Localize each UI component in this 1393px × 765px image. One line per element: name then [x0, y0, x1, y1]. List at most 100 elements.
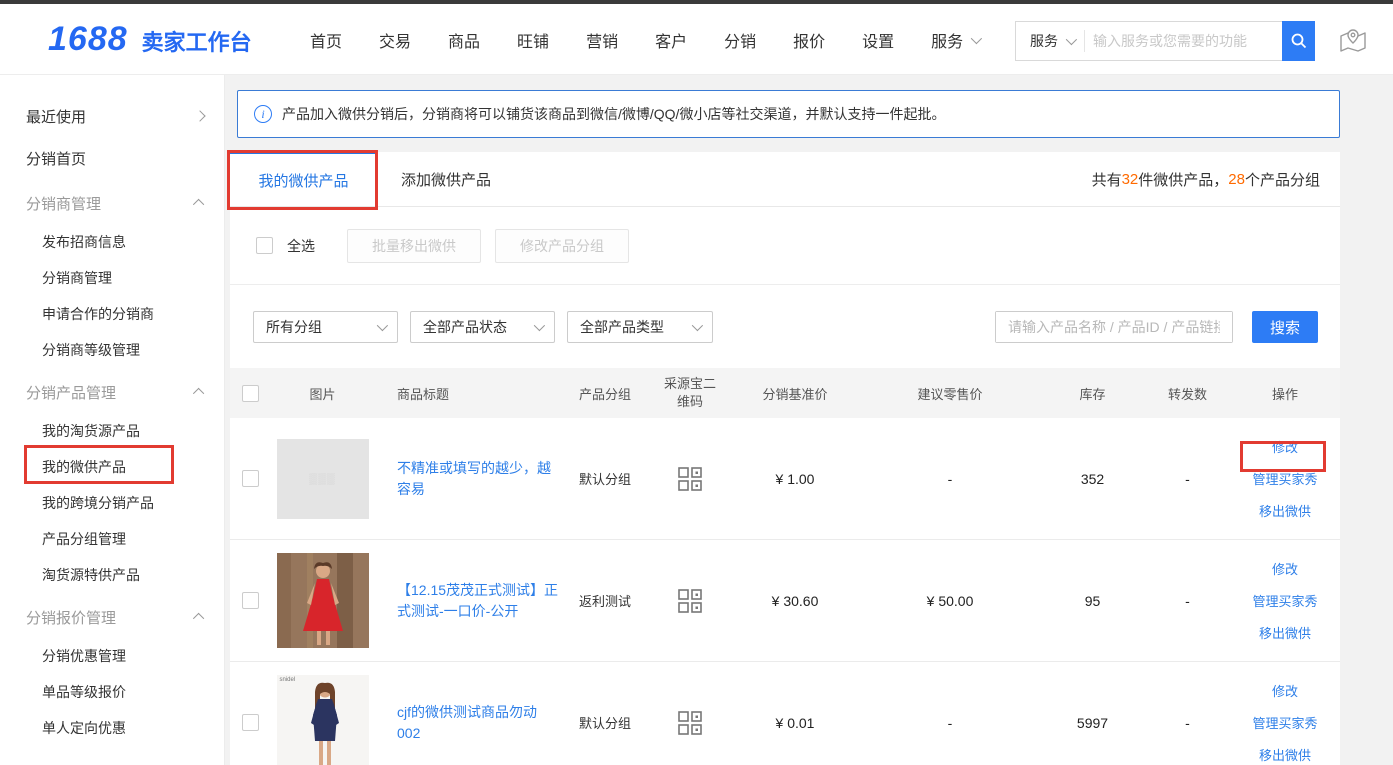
product-summary: 共有32件微供产品，28个产品分组: [1092, 152, 1320, 207]
product-search-box: [995, 311, 1233, 343]
tab-my-weigong-products[interactable]: 我的微供产品: [230, 152, 378, 206]
col-header-image: 图片: [270, 384, 375, 403]
sidebar-item-label: 产品分组管理: [42, 529, 126, 549]
sidebar-item-label: 分销首页: [26, 148, 86, 169]
base-price: ¥ 1.00: [776, 471, 815, 487]
seller-workspace-page: 1688 卖家工作台 首页 交易 商品 旺铺 营销 客户 分销 报价 设置 服务…: [0, 0, 1393, 765]
sidebar-item-my-crossborder-products[interactable]: 我的跨境分销产品: [0, 485, 224, 521]
retail-price: ¥ 50.00: [927, 593, 974, 609]
tab-add-weigong-products[interactable]: 添加微供产品: [378, 152, 514, 206]
forwards-value: -: [1185, 593, 1190, 609]
sidebar-item-cooperation-applications[interactable]: 申请合作的分销商: [0, 296, 224, 332]
sidebar-item-publish-investment-info[interactable]: 发布招商信息: [0, 224, 224, 260]
row-actions: 修改 管理买家秀 移出微供: [1230, 437, 1340, 520]
remove-weigong-link[interactable]: 移出微供: [1259, 501, 1311, 520]
chevron-down-icon: [692, 319, 703, 330]
edit-link[interactable]: 修改: [1272, 437, 1298, 456]
change-group-button[interactable]: 修改产品分组: [495, 229, 629, 263]
sidebar-item-my-weigong-products[interactable]: 我的微供产品: [0, 449, 224, 485]
col-header-ops: 操作: [1230, 384, 1340, 403]
product-group: 默认分组: [579, 716, 631, 731]
map-location-icon: [1338, 26, 1368, 56]
sidebar-item-distributor-management[interactable]: 分销商管理: [0, 260, 224, 296]
workspace-title: 卖家工作台: [142, 25, 252, 57]
manage-buyer-show-link[interactable]: 管理买家秀: [1252, 591, 1317, 610]
product-title-link[interactable]: cjf的微供测试商品勿动002: [397, 702, 560, 744]
status-filter-dropdown[interactable]: 全部产品状态: [410, 311, 555, 343]
product-search-button[interactable]: 搜索: [1252, 311, 1318, 343]
nav-item-trade[interactable]: 交易: [379, 28, 411, 52]
product-title-link[interactable]: 【12.15茂茂正式测试】正式测试-一口价-公开: [397, 580, 560, 622]
product-search-input[interactable]: [996, 312, 1232, 342]
sidebar-item-distributor-level-management[interactable]: 分销商等级管理: [0, 332, 224, 368]
filter-bar: 所有分组 全部产品状态 全部产品类型 搜索: [230, 285, 1340, 368]
remove-weigong-link[interactable]: 移出微供: [1259, 745, 1311, 764]
row-checkbox[interactable]: [242, 592, 259, 609]
search-category-dropdown[interactable]: 服务: [1016, 30, 1085, 52]
nav-item-customers[interactable]: 客户: [655, 28, 687, 52]
select-all-checkbox[interactable]: [256, 237, 273, 254]
nav-item-products[interactable]: 商品: [448, 28, 480, 52]
nav-item-marketing[interactable]: 营销: [586, 28, 618, 52]
qr-code-icon[interactable]: [677, 466, 703, 492]
brand-area[interactable]: 1688 卖家工作台: [48, 20, 252, 59]
sidebar-section-distribution-quote-management[interactable]: 分销报价管理: [0, 596, 224, 638]
row-checkbox[interactable]: [242, 714, 259, 731]
row-checkbox[interactable]: [242, 470, 259, 487]
info-banner: i 产品加入微供分销后，分销商将可以铺货该商品到微信/微博/QQ/微小店等社交渠…: [237, 90, 1340, 138]
product-image[interactable]: [277, 553, 369, 648]
qr-code-icon[interactable]: [677, 710, 703, 736]
sidebar-item-product-group-management[interactable]: 产品分组管理: [0, 521, 224, 557]
manage-buyer-show-link[interactable]: 管理买家秀: [1252, 713, 1317, 732]
sidebar-item-distribution-discount-management[interactable]: 分销优惠管理: [0, 638, 224, 674]
site-map-button[interactable]: [1336, 24, 1370, 58]
chevron-right-icon: [194, 110, 205, 121]
chevron-up-icon: [193, 388, 204, 399]
bulk-action-toolbar: 全选 批量移出微供 修改产品分组: [230, 207, 1340, 285]
summary-text: 个产品分组: [1245, 169, 1320, 190]
batch-remove-button[interactable]: 批量移出微供: [347, 229, 481, 263]
top-navigation-bar: 1688 卖家工作台 首页 交易 商品 旺铺 营销 客户 分销 报价 设置 服务…: [0, 4, 1393, 75]
select-all-label[interactable]: 全选: [287, 236, 315, 256]
nav-item-distribution[interactable]: 分销: [724, 28, 756, 52]
sidebar-section-distribution-product-management[interactable]: 分销产品管理: [0, 371, 224, 413]
edit-link[interactable]: 修改: [1272, 559, 1298, 578]
summary-text: 共有: [1092, 169, 1122, 190]
top-search-button[interactable]: [1282, 21, 1315, 61]
forwards-value: -: [1185, 715, 1190, 731]
remove-weigong-link[interactable]: 移出微供: [1259, 623, 1311, 642]
top-search-input[interactable]: [1085, 33, 1282, 49]
manage-buyer-show-link[interactable]: 管理买家秀: [1252, 469, 1317, 488]
sidebar-item-my-taohuoyuan-products[interactable]: 我的淘货源产品: [0, 413, 224, 449]
base-price: ¥ 30.60: [772, 593, 819, 609]
sidebar-item-single-person-discount[interactable]: 单人定向优惠: [0, 710, 224, 746]
sidebar-section-label: 分销商管理: [26, 193, 101, 214]
header-checkbox[interactable]: [242, 385, 259, 402]
edit-link[interactable]: 修改: [1272, 681, 1298, 700]
product-panel: 我的微供产品 添加微供产品 共有32件微供产品，28个产品分组 全选 批量移出微…: [230, 152, 1340, 765]
sidebar-section-label: 分销报价管理: [26, 607, 116, 628]
type-filter-dropdown[interactable]: 全部产品类型: [567, 311, 713, 343]
chevron-down-icon: [1066, 34, 1077, 45]
logo-1688[interactable]: 1688: [48, 20, 128, 59]
search-category-label: 服务: [1030, 31, 1058, 51]
sidebar-item-taohuoyuan-special-products[interactable]: 淘货源特供产品: [0, 557, 224, 593]
row-actions: 修改 管理买家秀 移出微供: [1230, 681, 1340, 764]
product-image[interactable]: snidel: [277, 675, 369, 765]
nav-item-settings[interactable]: 设置: [862, 28, 894, 52]
nav-item-quotes[interactable]: 报价: [793, 28, 825, 52]
sidebar-item-single-product-level-quote[interactable]: 单品等级报价: [0, 674, 224, 710]
product-image[interactable]: ▒▒▒: [277, 439, 369, 519]
sidebar-item-recently-used[interactable]: 最近使用: [0, 95, 224, 137]
sidebar-item-label: 单品等级报价: [42, 682, 126, 702]
group-filter-dropdown[interactable]: 所有分组: [253, 311, 398, 343]
sidebar-item-label: 我的跨境分销产品: [42, 493, 154, 513]
nav-item-services[interactable]: 服务: [931, 28, 979, 52]
product-title-link[interactable]: 不精准或填写的越少，越容易: [397, 458, 560, 500]
nav-item-home[interactable]: 首页: [310, 28, 342, 52]
qr-code-icon[interactable]: [677, 588, 703, 614]
nav-item-shop[interactable]: 旺铺: [517, 28, 549, 52]
sidebar-section-distributor-management[interactable]: 分销商管理: [0, 182, 224, 224]
sidebar-item-distribution-home[interactable]: 分销首页: [0, 137, 224, 179]
stock-value: 352: [1081, 471, 1104, 487]
